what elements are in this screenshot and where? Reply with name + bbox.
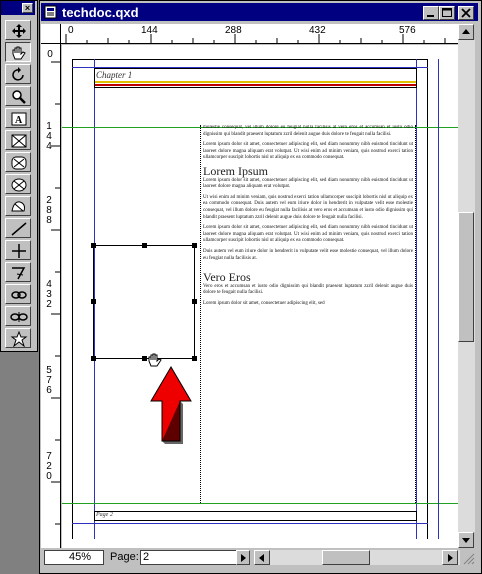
oval-picture-box-icon[interactable] (5, 174, 31, 194)
ruler-tick-label: 4 3 2 (46, 279, 52, 310)
header-rule-yellow (95, 81, 416, 83)
scroll-left-button[interactable] (254, 550, 270, 565)
resize-handle[interactable] (192, 243, 197, 248)
content-tool-icon[interactable] (5, 42, 31, 62)
page-label: Page: (110, 551, 139, 563)
ruler-tick-label: 432 (309, 25, 326, 36)
window-title: techdoc.qxd (62, 5, 139, 20)
page-menu-button[interactable] (236, 550, 250, 565)
body-text-box[interactable]: molestie consequat, vel illum dolore eu … (200, 125, 416, 503)
vertical-ruler[interactable]: 0 1 4 4 2 8 8 4 3 2 5 7 6 7 2 0 (41, 44, 61, 548)
ruler-tick-label: 576 (399, 25, 416, 36)
column-guide (438, 59, 439, 539)
header-text-box[interactable]: Chapter 1 (94, 68, 417, 88)
section-heading: Vero Eros (203, 270, 251, 285)
margin-guide-right (416, 59, 417, 539)
horizontal-scroll-thumb[interactable] (322, 550, 370, 565)
chapter-header-text: Chapter 1 (96, 70, 133, 80)
minimize-button[interactable] (423, 6, 439, 20)
move-tool-icon[interactable] (5, 20, 31, 40)
line-tool-icon[interactable] (5, 218, 31, 238)
tool-palette-close-button[interactable]: × (22, 3, 33, 13)
header-rule-red (95, 84, 416, 86)
resize-handle[interactable] (91, 356, 96, 361)
body-paragraph: Lorem ipsum dolor sit amet, consectetuer… (203, 300, 325, 306)
section-heading: Lorem Ipsum (203, 163, 268, 178)
rounded-picture-box-icon[interactable] (5, 152, 31, 172)
picture-box[interactable] (93, 245, 195, 359)
resize-grip-icon[interactable] (461, 551, 475, 565)
text-box-tool-icon[interactable]: A (5, 108, 31, 128)
ruler-tick-label: 0 (68, 25, 74, 36)
ruler-tick-label: 0 (47, 49, 53, 60)
resize-handle[interactable] (91, 299, 96, 304)
bezier-line-icon[interactable] (5, 262, 31, 282)
body-paragraph: molestie consequat, vel illum dolore eu … (203, 125, 413, 137)
vertical-scroll-thumb[interactable] (458, 212, 474, 342)
red-arrow-icon (148, 365, 194, 445)
scroll-up-button[interactable] (458, 24, 474, 40)
resize-handle[interactable] (142, 243, 147, 248)
pasteboard[interactable]: Chapter 1 molestie consequat, vel illum … (62, 45, 458, 548)
orthogonal-line-icon[interactable] (5, 240, 31, 260)
rotate-tool-icon[interactable] (5, 64, 31, 84)
footer-text: Page 2 (96, 512, 113, 518)
ruler-guide-horizontal[interactable] (62, 503, 458, 504)
ruler-tick-label: 288 (225, 25, 242, 36)
ruler-tick-label: 2 8 8 (46, 195, 52, 226)
scroll-right-button[interactable] (442, 550, 458, 565)
zoom-tool-icon[interactable] (5, 86, 31, 106)
scroll-down-button[interactable] (458, 532, 474, 548)
resize-handle[interactable] (192, 356, 197, 361)
horizontal-ruler[interactable]: 0 144 288 432 576 (61, 24, 458, 44)
zoom-field[interactable]: 45% (44, 550, 104, 565)
ruler-tick-label: 7 2 0 (46, 451, 52, 482)
ruler-tick-label: 144 (141, 25, 158, 36)
margin-guide-bottom (72, 523, 428, 524)
body-paragraph: Lorem ipsum dolor sit amet, consectetuer… (203, 225, 413, 244)
footer-text-box[interactable]: Page 2 (94, 511, 417, 521)
bezier-picture-box-icon[interactable] (5, 196, 31, 216)
resize-handle[interactable] (192, 299, 197, 304)
ruler-origin[interactable] (41, 24, 61, 44)
resize-handle[interactable] (91, 243, 96, 248)
body-paragraph: Ut wisi enim ad minim veniam, quis nostr… (203, 194, 413, 220)
body-paragraph: Lorem ipsum dolor sit amet, consectetuer… (203, 177, 413, 190)
body-paragraph: Duis autem vel eum iriure dolor in hendr… (203, 248, 413, 261)
ruler-tick-label: 5 7 6 (46, 365, 52, 396)
page-field[interactable]: 2 (140, 550, 250, 565)
svg-text:A: A (15, 115, 23, 126)
close-button[interactable] (458, 6, 474, 20)
starburst-tool-icon[interactable] (5, 328, 31, 348)
link-tool-icon[interactable] (5, 284, 31, 304)
maximize-button[interactable] (439, 6, 455, 20)
body-paragraph: Lorem ipsum dolor sit amet, consectetuer… (203, 142, 413, 161)
body-paragraph: Vero eros et accumsan et iusto odio dign… (203, 283, 413, 296)
rectangle-picture-box-icon[interactable] (5, 130, 31, 150)
unlink-tool-icon[interactable] (5, 306, 31, 326)
document-icon (44, 5, 58, 19)
ruler-tick-label: 1 4 4 (46, 121, 52, 152)
